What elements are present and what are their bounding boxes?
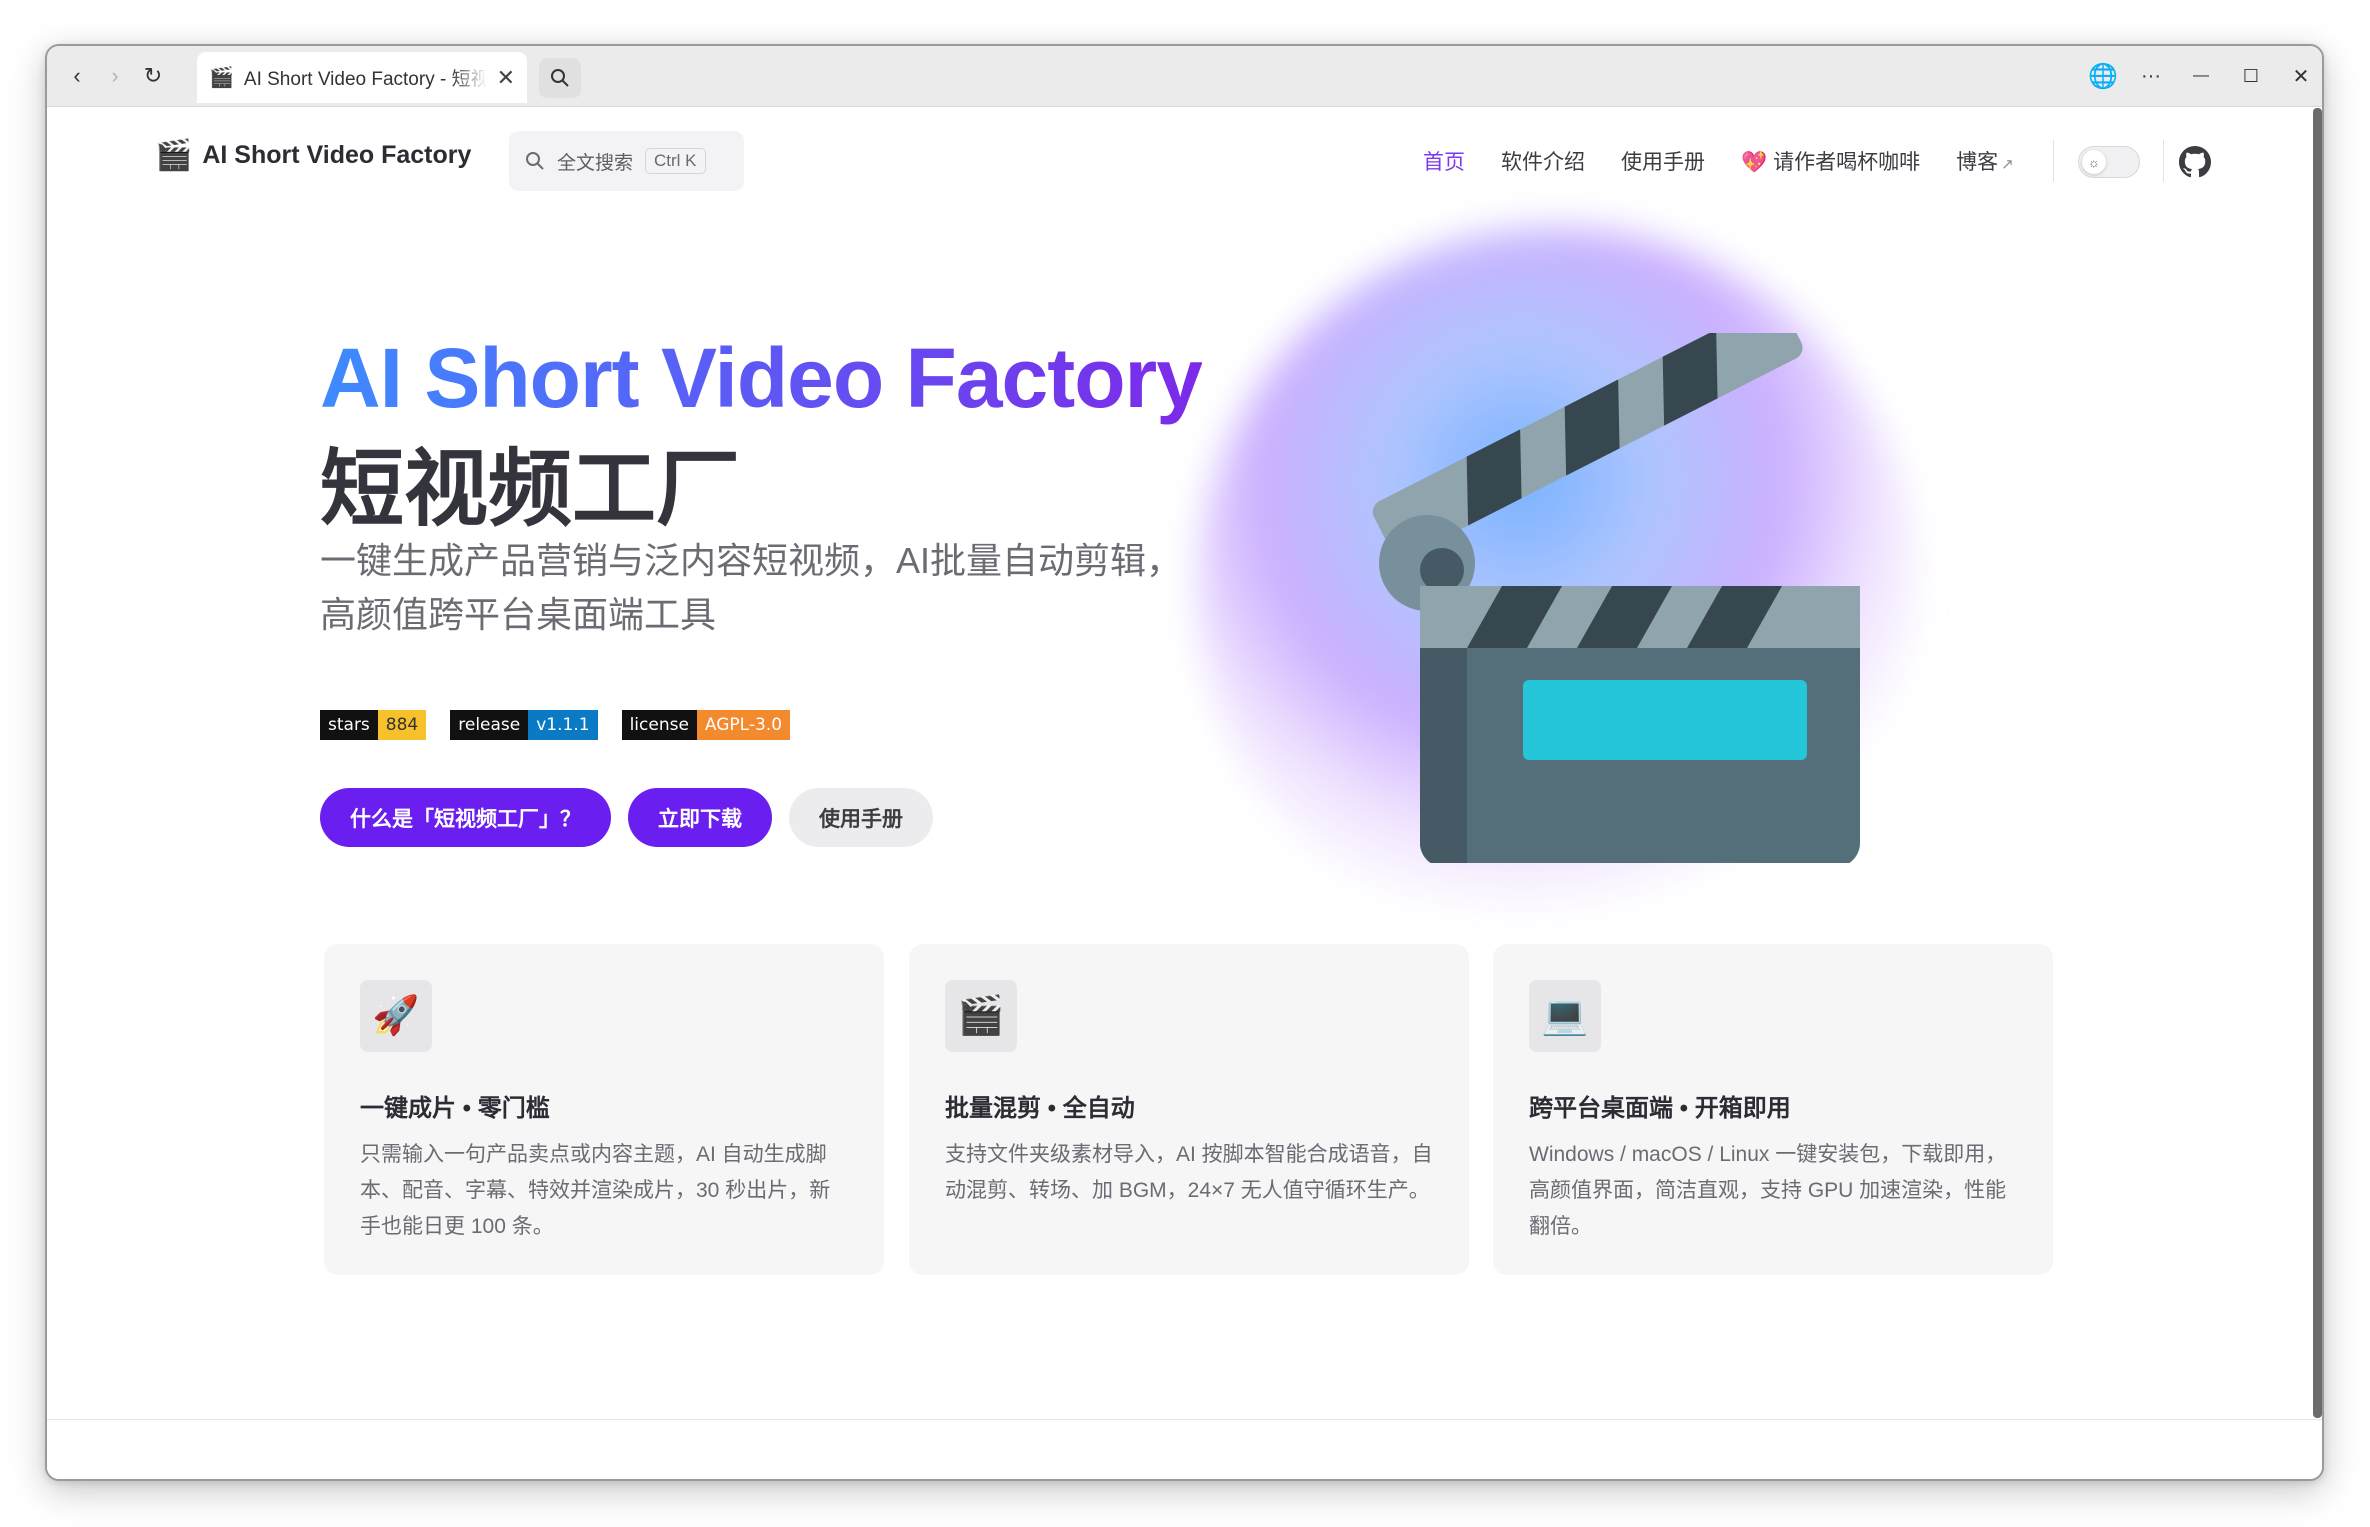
- feature-card: 💻 跨平台桌面端 • 开箱即用 Windows / macOS / Linux …: [1493, 944, 2053, 1275]
- window-close-icon[interactable]: ✕: [2283, 58, 2319, 94]
- stars-badge[interactable]: stars 884: [320, 710, 427, 740]
- nav-link-donate[interactable]: 💖 请作者喝杯咖啡: [1741, 146, 1920, 176]
- top-nav: 首页 软件介绍 使用手册 💖 请作者喝杯咖啡 博客 ↗: [1423, 146, 2086, 176]
- laptop-icon: 💻: [1529, 980, 1601, 1052]
- hero-tagline-line2: 高颜值跨平台桌面端工具: [320, 594, 717, 635]
- download-button[interactable]: 立即下载: [628, 788, 772, 847]
- feature-description: Windows / macOS / Linux 一键安装包，下载即用，高颜值界面…: [1529, 1143, 2007, 1238]
- nav-link-blog[interactable]: 博客 ↗: [1956, 146, 2050, 176]
- nav-link-blog-label: 博客: [1956, 151, 1999, 174]
- badge-value: 884: [377, 710, 427, 740]
- reload-icon[interactable]: ↻: [135, 58, 171, 94]
- sun-icon: ☼: [2082, 150, 2106, 174]
- search-icon: [526, 152, 544, 170]
- back-icon[interactable]: ‹: [59, 58, 95, 94]
- globe-icon[interactable]: 🌐: [2085, 58, 2121, 94]
- feature-title: 批量混剪 • 全自动: [945, 1095, 1135, 1122]
- badge-row: stars 884 release v1.1.1 license AGPL-3.…: [320, 710, 814, 740]
- tab-title: AI Short Video Factory - 短视频工厂: [243, 69, 487, 90]
- nav-divider: [2053, 140, 2054, 182]
- page-scrollbar[interactable]: [2313, 108, 2322, 1418]
- license-badge[interactable]: license AGPL-3.0: [621, 710, 791, 740]
- nav-link-donate-label: 请作者喝杯咖啡: [1773, 151, 1921, 174]
- feature-description: 只需输入一句产品卖点或内容主题，AI 自动生成脚本、配音、字幕、特效并渲染成片，…: [360, 1143, 831, 1238]
- footer-divider: [47, 1419, 2322, 1420]
- hero-actions: 什么是「短视频工厂」？ 立即下载 使用手册: [320, 788, 950, 847]
- more-icon[interactable]: ···: [2133, 58, 2169, 94]
- site-logo[interactable]: 🎬 AI Short Video Factory: [155, 138, 471, 173]
- clapper-icon: 🎬: [155, 139, 193, 172]
- hero-title: AI Short Video Factory: [320, 331, 1203, 425]
- clapper-icon: 🎬: [209, 67, 234, 89]
- nav-link-home[interactable]: 首页: [1423, 146, 1465, 176]
- rocket-icon: 🚀: [360, 980, 432, 1052]
- search-tabs-button[interactable]: [539, 58, 581, 98]
- feature-card: 🎬 批量混剪 • 全自动 支持文件夹级素材导入，AI 按脚本智能合成语音，自动混…: [909, 944, 1469, 1275]
- search-icon: [551, 69, 569, 87]
- search-input[interactable]: 全文搜索 Ctrl K: [509, 131, 744, 191]
- close-icon[interactable]: ✕: [497, 65, 515, 91]
- release-badge[interactable]: release v1.1.1: [450, 710, 598, 740]
- clapperboard-illustration: [1372, 333, 1860, 863]
- browser-toolbar: ‹ › ↻ 🎬 AI Short Video Factory - 短视频工厂 ✕…: [47, 46, 2322, 107]
- feature-title: 一键成片 • 零门槛: [360, 1095, 550, 1122]
- external-link-icon: ↗: [2001, 156, 2014, 173]
- browser-window: ‹ › ↻ 🎬 AI Short Video Factory - 短视频工厂 ✕…: [45, 44, 2324, 1481]
- feature-title: 跨平台桌面端 • 开箱即用: [1529, 1095, 1791, 1122]
- badge-key: stars: [320, 710, 378, 740]
- feature-description: 支持文件夹级素材导入，AI 按脚本智能合成语音，自动混剪、转场、加 BGM，24…: [945, 1143, 1433, 1202]
- badge-key: release: [450, 710, 529, 740]
- clapper-icon: 🎬: [945, 980, 1017, 1052]
- minimize-icon[interactable]: —: [2183, 58, 2219, 94]
- badge-value: v1.1.1: [528, 710, 598, 740]
- forward-icon[interactable]: ›: [97, 58, 133, 94]
- site-name: AI Short Video Factory: [202, 141, 472, 169]
- theme-toggle[interactable]: ☼: [2078, 146, 2140, 178]
- hero-tagline: 一键生成产品营销与泛内容短视频，AI批量自动剪辑， 高颜值跨平台桌面端工具: [320, 534, 1220, 642]
- hero-tagline-line1: 一键生成产品营销与泛内容短视频，AI批量自动剪辑，: [320, 540, 1183, 581]
- manual-button[interactable]: 使用手册: [789, 788, 933, 847]
- search-placeholder: 全文搜索: [557, 152, 634, 174]
- nav-divider: [2163, 140, 2164, 182]
- what-is-button[interactable]: 什么是「短视频工厂」？: [320, 788, 611, 847]
- heart-icon: 💖: [1741, 151, 1768, 174]
- badge-value: AGPL-3.0: [696, 710, 791, 740]
- page-content: 🎬 AI Short Video Factory 全文搜索 Ctrl K 首页 …: [47, 108, 2322, 1479]
- badge-key: license: [621, 710, 697, 740]
- maximize-icon[interactable]: ☐: [2233, 58, 2269, 94]
- search-shortcut: Ctrl K: [645, 148, 706, 174]
- github-icon[interactable]: [2179, 146, 2211, 178]
- browser-tab[interactable]: 🎬 AI Short Video Factory - 短视频工厂 ✕: [197, 52, 527, 103]
- feature-card: 🚀 一键成片 • 零门槛 只需输入一句产品卖点或内容主题，AI 自动生成脚本、配…: [324, 944, 884, 1275]
- nav-link-manual[interactable]: 使用手册: [1621, 146, 1705, 176]
- nav-link-intro[interactable]: 软件介绍: [1501, 146, 1585, 176]
- hero-subtitle: 短视频工厂: [320, 442, 741, 536]
